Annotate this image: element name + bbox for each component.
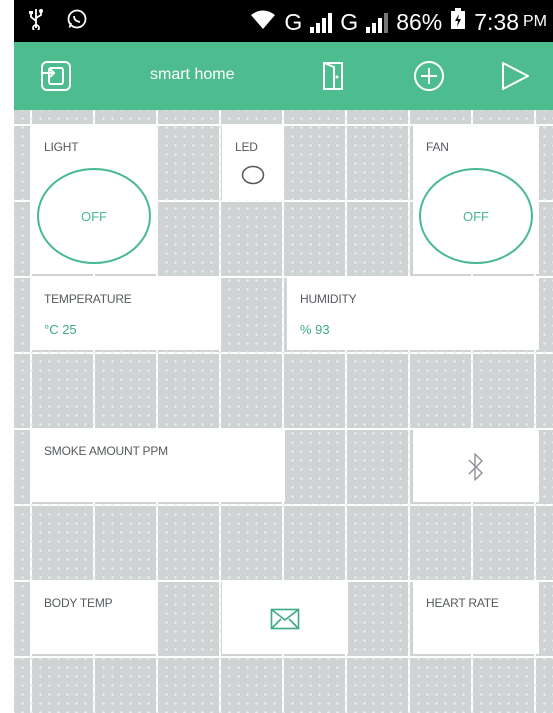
device-icon[interactable] xyxy=(40,59,74,93)
led-indicator-icon xyxy=(241,165,265,185)
fan-label: FAN xyxy=(426,140,449,154)
humidity-label: HUMIDITY xyxy=(300,292,357,306)
add-icon[interactable] xyxy=(412,59,446,93)
body-temp-label: BODY TEMP xyxy=(44,596,113,610)
humidity-widget: HUMIDITY % 93 xyxy=(287,278,539,350)
mail-icon xyxy=(270,608,300,630)
light-label: LIGHT xyxy=(44,140,79,154)
bluetooth-widget[interactable] xyxy=(413,430,539,502)
status-bar: G G 86% 7:38 PM xyxy=(14,0,553,42)
clock: 7:38 xyxy=(474,8,519,35)
battery-icon xyxy=(450,8,466,36)
wifi-icon xyxy=(250,9,276,36)
project-title: smart home xyxy=(150,66,235,83)
light-button[interactable]: OFF xyxy=(37,168,151,264)
signal-icon-2 xyxy=(366,11,389,33)
humidity-value: % 93 xyxy=(300,322,330,337)
smoke-widget: SMOKE AMOUNT PPM xyxy=(31,430,285,502)
network-type-2: G xyxy=(340,8,359,35)
app-bar: smart home xyxy=(14,42,553,110)
email-widget[interactable] xyxy=(222,582,348,654)
signal-icon xyxy=(310,11,333,33)
clock-ampm: PM xyxy=(523,13,547,30)
led-label: LED xyxy=(235,140,258,154)
fan-widget: FAN OFF xyxy=(413,126,539,274)
dashboard-canvas: LIGHT OFF LED FAN OFF TEMPERATURE °C 25 … xyxy=(14,110,553,713)
heart-rate-label: HEART RATE xyxy=(426,596,499,610)
light-widget: LIGHT OFF xyxy=(31,126,157,274)
led-widget: LED xyxy=(222,126,284,200)
body-temp-widget: BODY TEMP xyxy=(31,582,157,654)
usb-icon xyxy=(28,8,44,35)
panel-icon[interactable] xyxy=(316,59,350,93)
smoke-label: SMOKE AMOUNT PPM xyxy=(44,444,168,458)
bluetooth-icon xyxy=(468,453,483,481)
fan-button[interactable]: OFF xyxy=(419,168,533,264)
whatsapp-icon xyxy=(66,8,88,35)
heart-rate-widget: HEART RATE xyxy=(413,582,539,654)
network-type-1: G xyxy=(284,8,303,35)
play-icon[interactable] xyxy=(498,59,532,93)
temperature-label: TEMPERATURE xyxy=(44,292,132,306)
light-button-label: OFF xyxy=(81,208,107,224)
battery-percent: 86% xyxy=(396,8,443,35)
temperature-value: °C 25 xyxy=(44,322,77,337)
temperature-widget: TEMPERATURE °C 25 xyxy=(31,278,221,350)
fan-button-label: OFF xyxy=(463,208,489,224)
